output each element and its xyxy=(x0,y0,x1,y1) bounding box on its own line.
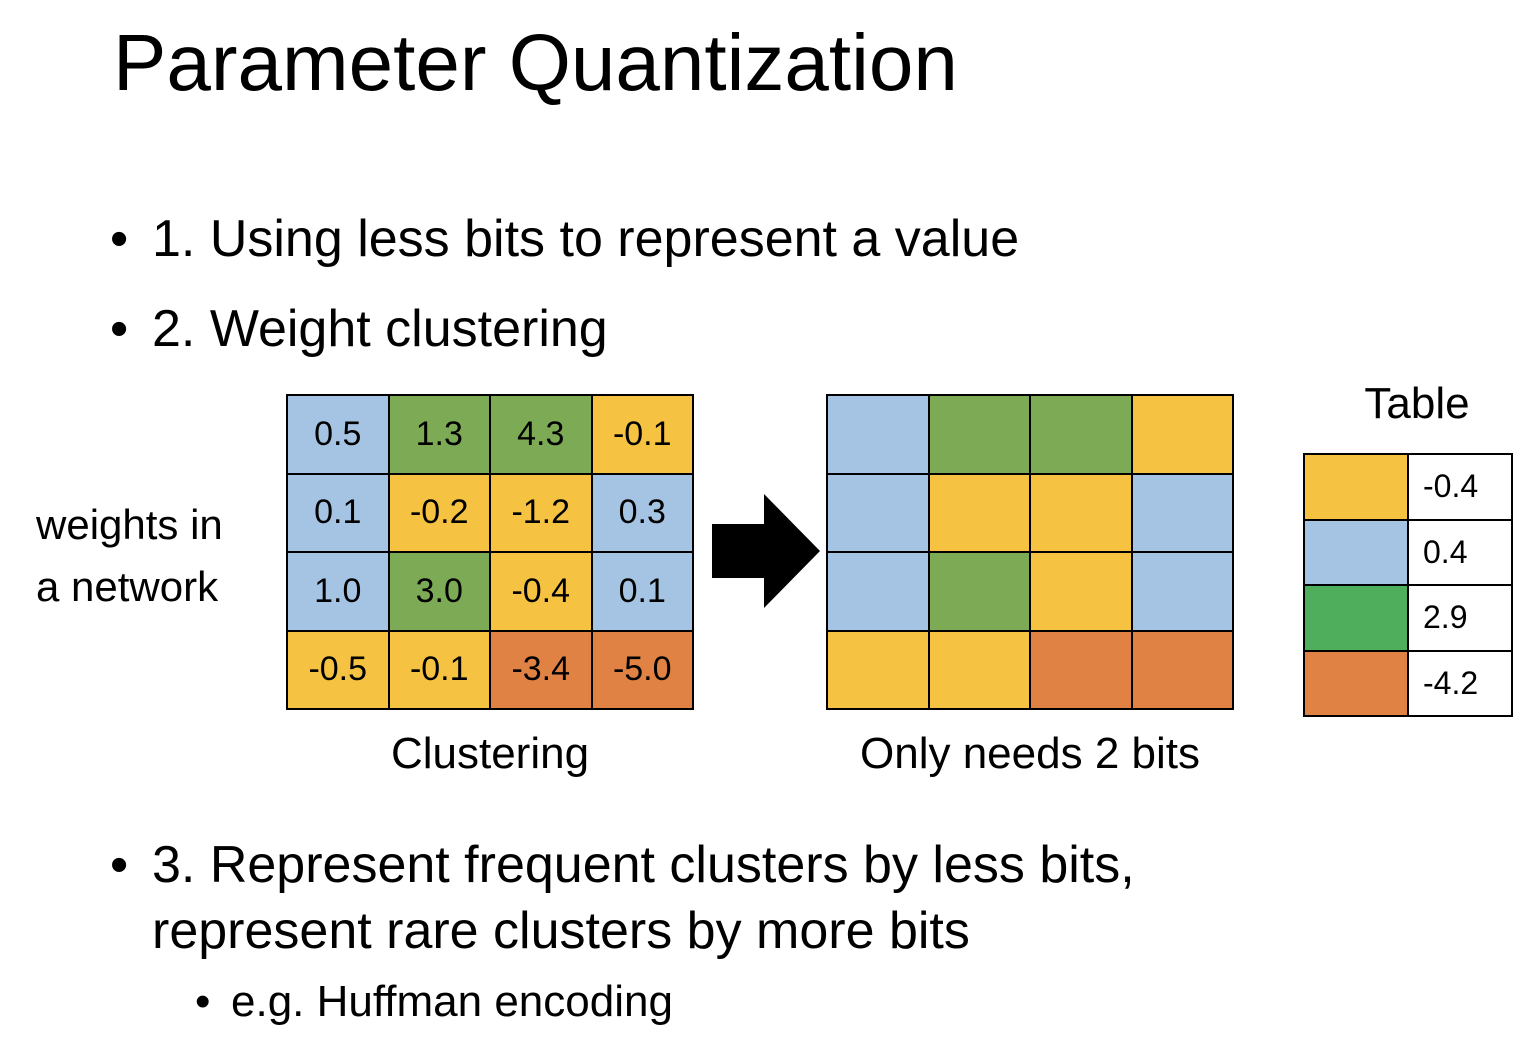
weight-cell: -0.4 xyxy=(491,553,591,630)
table-color-swatch xyxy=(1305,586,1407,650)
cluster-cell xyxy=(1031,631,1131,708)
weight-cell: -0.1 xyxy=(389,631,489,708)
bullet-2: • 2. Weight clustering xyxy=(110,296,608,362)
bullet-text: 2. Weight clustering xyxy=(152,300,608,358)
weight-cell: 4.3 xyxy=(491,396,591,473)
bullet-marker: • xyxy=(110,836,129,894)
sub-bullet-marker: • xyxy=(195,977,211,1026)
cluster-cell xyxy=(828,474,928,551)
table-color-swatch xyxy=(1305,455,1407,519)
right-arrow-icon xyxy=(712,494,820,608)
bullet-3: • 3. Represent frequent clusters by less … xyxy=(110,832,1135,964)
two-bits-caption: Only needs 2 bits xyxy=(860,729,1200,778)
table-value: -4.2 xyxy=(1409,651,1511,715)
bullet-text: 1. Using less bits to represent a value xyxy=(152,210,1020,268)
table-value: 0.4 xyxy=(1409,520,1511,584)
cluster-cell xyxy=(1031,474,1131,551)
clustering-caption: Clustering xyxy=(390,729,590,778)
cluster-cell xyxy=(1132,474,1232,551)
bullet-text-line1: 3. Represent frequent clusters by less b… xyxy=(152,836,1135,894)
weights-label-line1: weights in xyxy=(36,501,223,548)
weight-cell: 0.1 xyxy=(592,553,692,630)
weight-cell: 1.0 xyxy=(288,553,388,630)
table-color-swatch xyxy=(1305,651,1407,715)
bullet-text-line2: represent rare clusters by more bits xyxy=(152,902,970,960)
weights-label: weights in a network xyxy=(36,494,223,618)
weight-cell: -5.0 xyxy=(592,631,692,708)
cluster-cell xyxy=(929,553,1029,630)
sub-bullet: • e.g. Huffman encoding xyxy=(195,974,673,1030)
cluster-cell xyxy=(828,631,928,708)
slide-title: Parameter Quantization xyxy=(113,18,958,107)
weight-cell: 0.3 xyxy=(592,474,692,551)
weights-label-line2: a network xyxy=(36,563,219,610)
bullet-1: • 1. Using less bits to represent a value xyxy=(110,206,1019,272)
cluster-cell xyxy=(1031,396,1131,473)
sub-bullet-text: e.g. Huffman encoding xyxy=(231,977,673,1026)
weight-cell: -0.5 xyxy=(288,631,388,708)
cluster-color-grid xyxy=(826,394,1234,710)
cluster-cell xyxy=(929,396,1029,473)
cluster-cell xyxy=(828,553,928,630)
weight-cell: 0.5 xyxy=(288,396,388,473)
cluster-cell xyxy=(929,631,1029,708)
table-color-swatch xyxy=(1305,520,1407,584)
weight-cell: -0.1 xyxy=(592,396,692,473)
cluster-cell xyxy=(1132,553,1232,630)
table-value: 2.9 xyxy=(1409,586,1511,650)
cluster-cell xyxy=(1132,396,1232,473)
cluster-cell xyxy=(1031,553,1131,630)
weight-cell: -3.4 xyxy=(491,631,591,708)
table-title: Table xyxy=(1364,379,1470,428)
weight-cell: -0.2 xyxy=(389,474,489,551)
weight-cell: 1.3 xyxy=(389,396,489,473)
cluster-cell xyxy=(929,474,1029,551)
weight-cell: -1.2 xyxy=(491,474,591,551)
lookup-table: -0.4 0.4 2.9 -4.2 xyxy=(1303,453,1513,717)
table-value: -0.4 xyxy=(1409,455,1511,519)
cluster-cell xyxy=(1132,631,1232,708)
weight-cell: 3.0 xyxy=(389,553,489,630)
weights-grid: 0.5 1.3 4.3 -0.1 0.1 -0.2 -1.2 0.3 1.0 3.0 -0.4 0.1… xyxy=(286,394,694,710)
cluster-cell xyxy=(828,396,928,473)
weight-cell: 0.1 xyxy=(288,474,388,551)
bullet-marker: • xyxy=(110,300,129,358)
bullet-marker: • xyxy=(110,210,129,268)
